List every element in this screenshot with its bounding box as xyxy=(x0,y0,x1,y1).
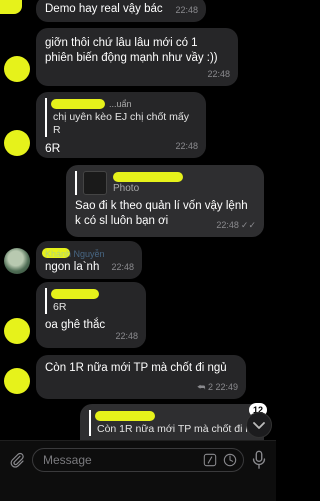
message-text: giỡn thôi chứ lâu lâu mới có 1 phiên biế… xyxy=(45,37,218,64)
reply-text: 6R xyxy=(53,301,67,313)
reply-text: chị uyên kèo EJ chị chốt mấy R xyxy=(53,111,189,136)
reply-quote[interactable]: Còn 1R nữa mới TP mà chốt đi ng xyxy=(89,410,255,436)
message-composer xyxy=(0,440,276,501)
photo-thumbnail-icon xyxy=(83,171,107,195)
attachment-icon[interactable] xyxy=(8,451,26,469)
avatar[interactable] xyxy=(4,248,30,274)
message-input[interactable] xyxy=(33,449,203,471)
message-time: 22:48 ✓✓ xyxy=(216,220,256,230)
avatar[interactable] xyxy=(4,130,30,156)
redacted-name xyxy=(51,99,105,109)
command-icon[interactable] xyxy=(203,453,217,467)
redacted-name xyxy=(95,411,155,421)
message-input-container[interactable] xyxy=(32,448,244,472)
reply-author: ...uẩn xyxy=(51,98,197,111)
avatar[interactable] xyxy=(4,368,30,394)
sender-name: Khánh Nguyễn xyxy=(42,247,133,260)
redacted-name xyxy=(51,289,99,299)
reply-count: 2 xyxy=(207,382,213,392)
reply-author xyxy=(95,410,255,423)
message-time: 22:48 xyxy=(111,262,134,272)
chevron-down-icon xyxy=(253,422,265,429)
message-text: Demo hay real vậy bác xyxy=(45,3,163,15)
message-time: ⮪ 2 22:49 xyxy=(197,382,238,392)
message-time: 22:48 xyxy=(115,331,138,341)
message-time: 22:48 xyxy=(175,5,198,15)
redacted-name xyxy=(113,171,183,182)
message-bubble[interactable]: Còn 1R nữa mới TP mà chốt đi ngủ ⮪ 2 22:… xyxy=(36,355,246,399)
message-bubble[interactable]: Còn 1R nữa mới TP mà chốt đi ng xyxy=(80,404,264,440)
reply-type: Photo xyxy=(113,182,140,194)
redacted-avatar xyxy=(0,0,22,14)
reply-arrow-icon: ⮪ xyxy=(197,382,206,392)
microphone-icon[interactable] xyxy=(250,450,268,470)
message-bubble[interactable]: Photo Sao đi k theo quản lí vốn vậy lệnh… xyxy=(66,165,264,237)
sticker-icon[interactable] xyxy=(223,453,237,467)
avatar[interactable] xyxy=(4,318,30,344)
avatar[interactable] xyxy=(4,56,30,82)
chat-history[interactable]: Demo hay real vậy bác 22:48 giỡn thôi ch… xyxy=(0,0,276,440)
scroll-down-button[interactable] xyxy=(246,412,272,438)
message-bubble[interactable]: Khánh Nguyễn ngon la`nh 22:48 xyxy=(36,241,142,279)
reply-quote[interactable]: Photo xyxy=(75,171,255,195)
reply-author xyxy=(51,288,137,301)
message-text: Còn 1R nữa mới TP mà chốt đi ngủ xyxy=(45,362,227,374)
message-text: 6R xyxy=(45,141,61,155)
message-bubble[interactable]: giỡn thôi chứ lâu lâu mới có 1 phiên biế… xyxy=(36,28,238,86)
reply-quote[interactable]: ...uẩn chị uyên kèo EJ chị chốt mấy R xyxy=(45,98,197,137)
reply-quote[interactable]: 6R xyxy=(45,288,137,314)
reply-text: Còn 1R nữa mới TP mà chốt đi ng xyxy=(97,423,255,435)
message-bubble[interactable]: ...uẩn chị uyên kèo EJ chị chốt mấy R 6R… xyxy=(36,92,206,158)
message-bubble[interactable]: 6R oa ghê thắc 22:48 xyxy=(36,282,146,348)
message-time: 22:48 xyxy=(207,69,230,79)
read-check-icon: ✓✓ xyxy=(240,220,256,230)
message-bubble[interactable]: Demo hay real vậy bác 22:48 xyxy=(36,0,206,22)
message-time: 22:48 xyxy=(175,141,198,151)
